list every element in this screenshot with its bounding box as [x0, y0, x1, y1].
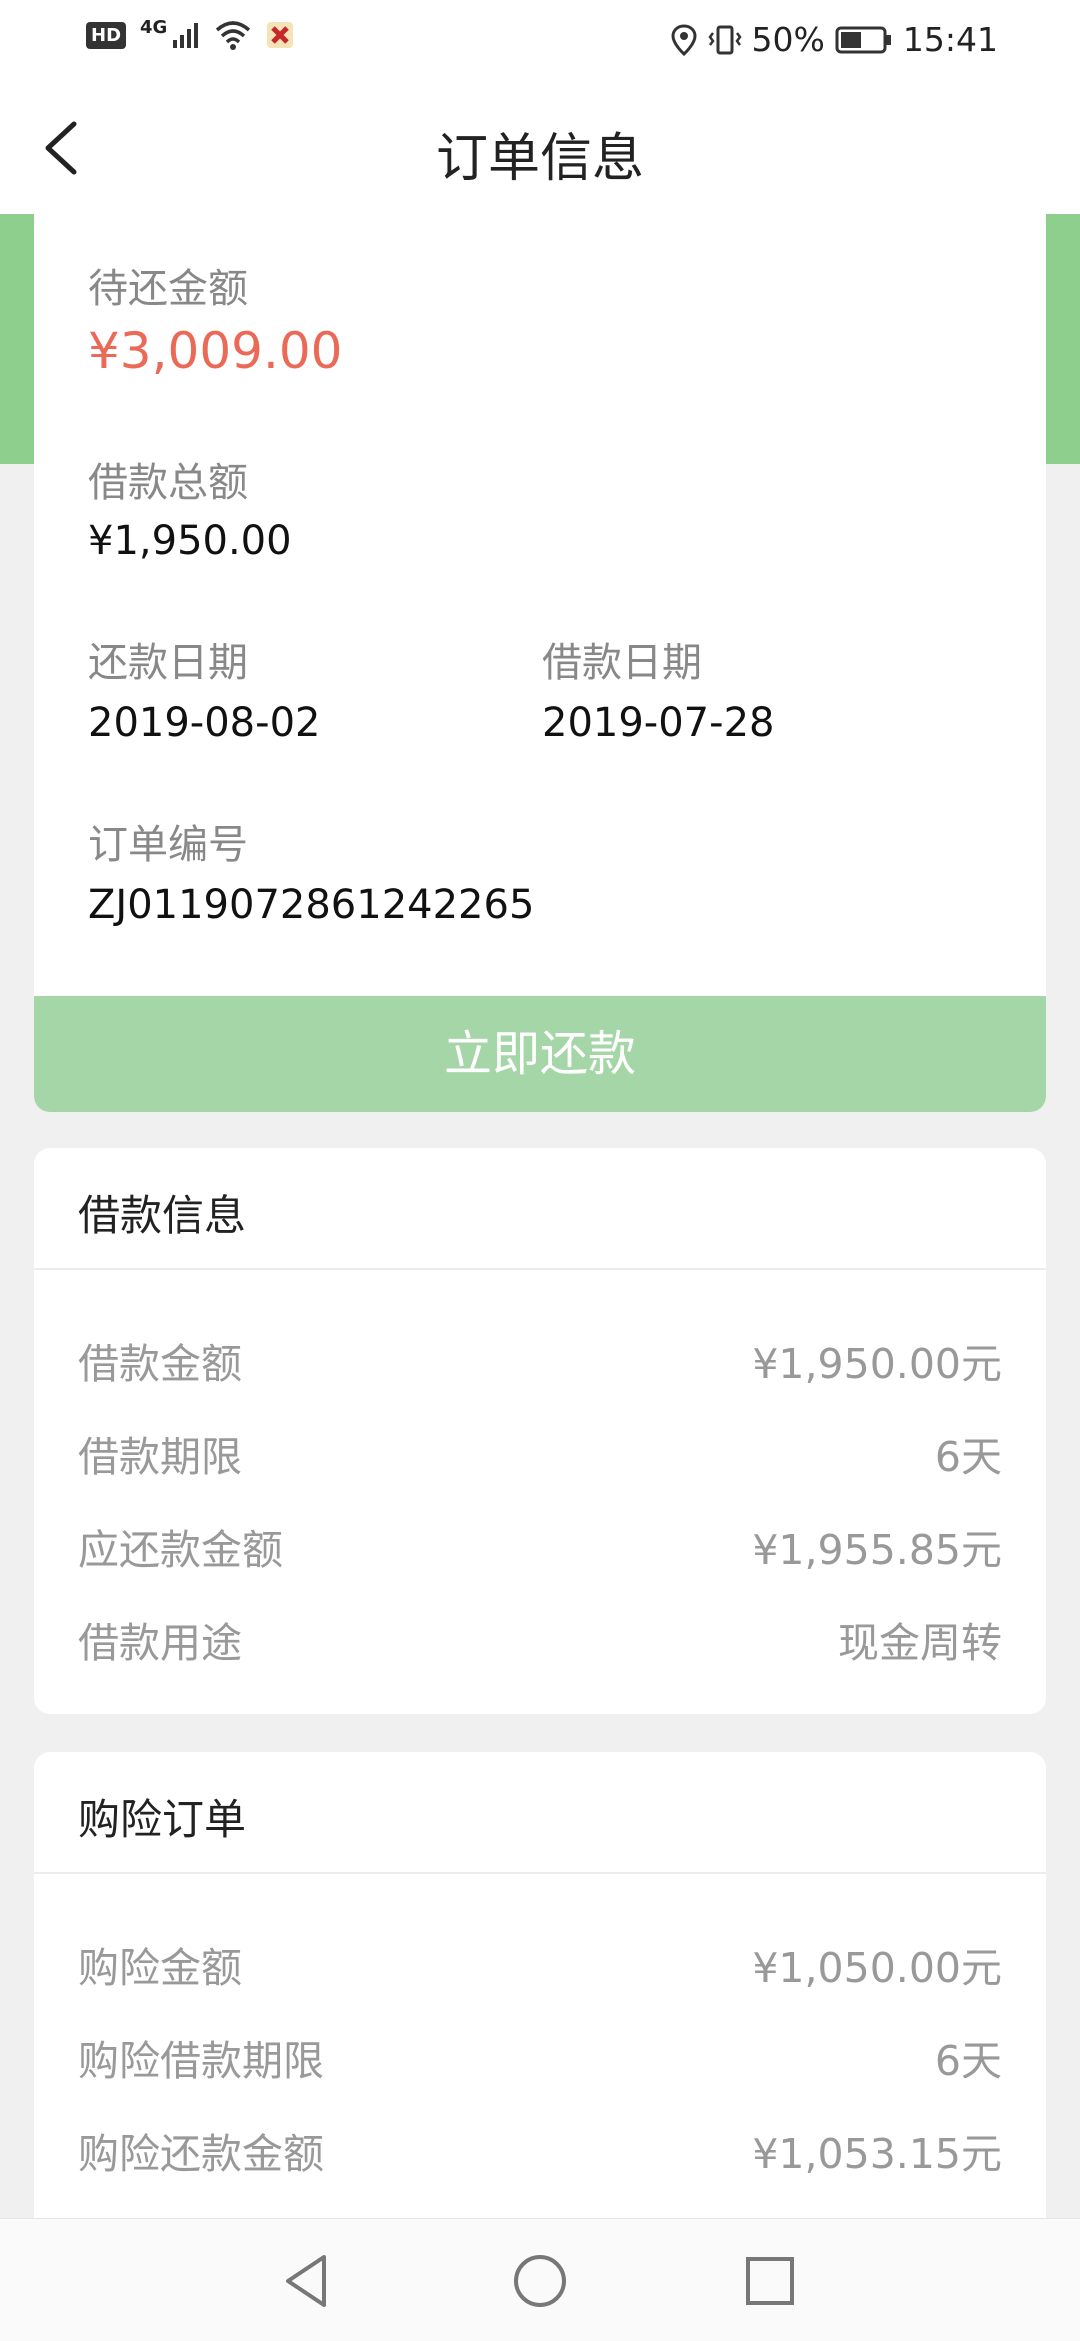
location-icon — [671, 23, 697, 56]
divider — [34, 1872, 1046, 1874]
insurance-amount-value: ¥1,050.00元 — [752, 1944, 1002, 1992]
loan-term-label: 借款期限 — [78, 1433, 242, 1481]
insurance-repay-value: ¥1,053.15元 — [752, 2130, 1002, 2178]
repay-now-button[interactable]: 立即还款 — [34, 996, 1046, 1112]
nav-home-button[interactable] — [508, 2249, 572, 2313]
clock: 15:41 — [902, 20, 998, 59]
hd-badge: HD — [86, 21, 127, 49]
order-number-value: ZJ0119072861242265 — [88, 882, 535, 928]
wifi-icon — [216, 21, 251, 50]
app-notification-icon — [267, 22, 294, 48]
loan-amount-label: 借款金额 — [78, 1340, 242, 1388]
due-amount-label: 应还款金额 — [78, 1526, 283, 1574]
loan-total-label: 借款总额 — [88, 460, 248, 506]
due-amount-value: ¥1,955.85元 — [752, 1526, 1002, 1574]
loan-info-title: 借款信息 — [78, 1191, 247, 1240]
loan-total-value: ¥1,950.00 — [88, 518, 292, 564]
system-nav-bar — [0, 2218, 1080, 2341]
loan-date-label: 借款日期 — [542, 640, 702, 686]
loan-purpose-value: 现金周转 — [838, 1619, 1002, 1667]
summary-card: 待还金额 ¥3,009.00 借款总额 ¥1,950.00 还款日期 2019-… — [34, 214, 1046, 996]
status-bar: HD 4G 50% 15:41 — [0, 0, 1080, 82]
status-right: 50% 15:41 — [670, 20, 998, 59]
repay-date-value: 2019-08-02 — [88, 700, 321, 746]
pending-amount-label: 待还金额 — [88, 266, 248, 312]
recents-square-icon — [746, 2257, 794, 2305]
insurance-order-title: 购险订单 — [78, 1795, 247, 1844]
pending-amount-value: ¥3,009.00 — [88, 322, 343, 380]
insurance-repay-label: 购险还款金额 — [78, 2130, 324, 2178]
repay-date-label: 还款日期 — [88, 640, 248, 686]
order-number-label: 订单编号 — [88, 822, 248, 868]
insurance-term-label: 购险借款期限 — [78, 2037, 324, 2085]
signal-icon — [173, 23, 199, 48]
loan-info-card: 借款信息 借款金额 ¥1,950.00元 借款期限 6天 应还款金额 ¥1,95… — [34, 1148, 1046, 1714]
battery-icon — [835, 26, 891, 53]
network-type: 4G — [140, 16, 168, 38]
vibrate-icon — [707, 25, 742, 54]
insurance-amount-label: 购险金额 — [78, 1944, 242, 1992]
loan-date-value: 2019-07-28 — [542, 700, 775, 746]
status-left: HD 4G — [86, 16, 295, 50]
nav-back-button[interactable] — [276, 2249, 340, 2313]
nav-recents-button[interactable] — [738, 2249, 802, 2313]
insurance-order-card: 购险订单 购险金额 ¥1,050.00元 购险借款期限 6天 购险还款金额 ¥1… — [34, 1752, 1046, 2252]
loan-term-value: 6天 — [934, 1433, 1002, 1481]
nav-header: 订单信息 — [0, 82, 1080, 214]
home-circle-icon — [514, 2255, 566, 2307]
page-title: 订单信息 — [435, 129, 644, 189]
loan-purpose-label: 借款用途 — [78, 1619, 242, 1667]
loan-amount-value: ¥1,950.00元 — [752, 1340, 1002, 1388]
insurance-term-value: 6天 — [934, 2037, 1002, 2085]
divider — [34, 1268, 1046, 1270]
back-triangle-icon — [286, 2255, 326, 2307]
battery-percent: 50% — [751, 20, 825, 59]
